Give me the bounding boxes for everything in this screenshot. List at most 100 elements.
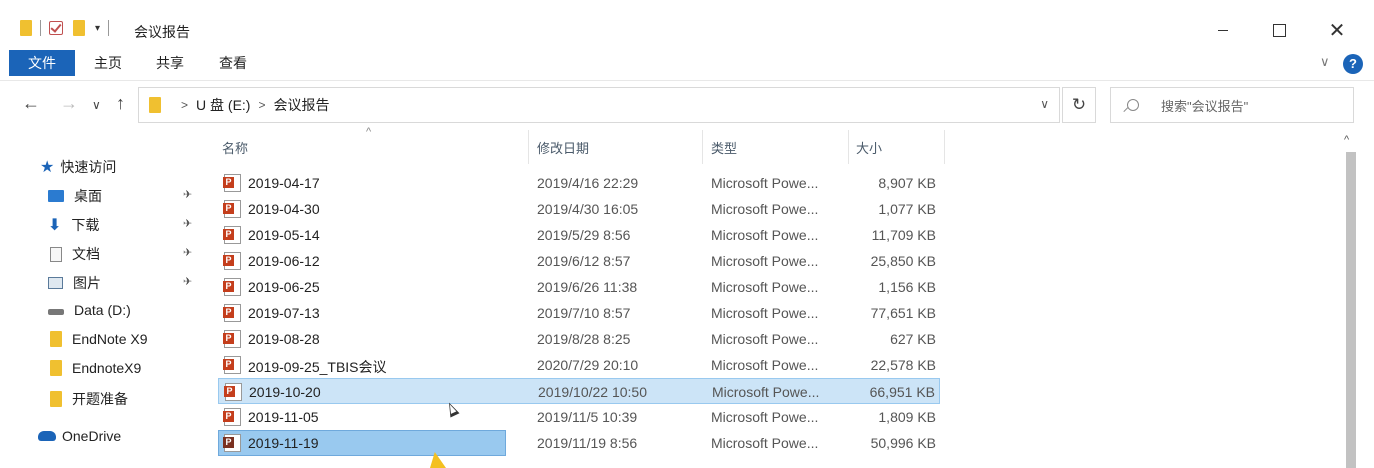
sidebar-item-data-drive[interactable]: Data (D:) — [48, 302, 131, 318]
breadcrumb-folder[interactable]: 会议报告 — [273, 95, 329, 115]
new-folder-icon[interactable] — [73, 20, 85, 36]
folder-icon — [149, 97, 161, 113]
address-row: ← → ∨ ↑ > U 盘 (E:) > 会议报告 ∨ ↻ 搜索"会议报告" — [0, 80, 1374, 130]
table-row[interactable]: 2019-11-19 2019/11/19 8:56 Microsoft Powe.… — [218, 430, 940, 456]
sidebar-item-label: 文档 — [72, 246, 100, 262]
column-divider[interactable] — [944, 130, 945, 164]
file-size: 77,651 KB — [870, 305, 936, 321]
table-row[interactable]: 2019-06-25 2019/6/26 11:38 Microsoft Powe.… — [218, 274, 940, 300]
scroll-up-icon[interactable]: ^ — [1344, 134, 1349, 146]
navigation-pane: ★ 快速访问 桌面 ✈ ⬇ 下载 ✈ 文档 ✈ 图片 ✈ Data (D:) E… — [0, 130, 200, 468]
scrollbar-thumb[interactable] — [1346, 152, 1356, 468]
pin-icon[interactable]: ✈ — [183, 188, 192, 201]
table-row[interactable]: 2019-11-05 2019/11/5 10:39 Microsoft Powe.… — [218, 404, 940, 430]
file-type: Microsoft Powe... — [711, 279, 819, 295]
forward-button[interactable]: → — [60, 93, 78, 114]
powerpoint-file-icon — [223, 252, 241, 270]
back-button[interactable]: ← — [22, 93, 40, 114]
file-modified: 2019/10/22 10:50 — [538, 384, 647, 400]
file-size: 22,578 KB — [870, 357, 936, 373]
breadcrumb-drive[interactable]: U 盘 (E:) — [196, 95, 250, 115]
help-icon[interactable]: ? — [1343, 54, 1363, 74]
sidebar-item-endnote-x9[interactable]: EndNote X9 — [50, 331, 148, 347]
powerpoint-file-icon — [224, 383, 242, 401]
refresh-button[interactable]: ↻ — [1062, 87, 1096, 123]
table-row[interactable]: 2019-07-13 2019/7/10 8:57 Microsoft Powe..… — [218, 300, 940, 326]
sidebar-item-documents[interactable]: 文档 — [48, 244, 100, 264]
column-header-size[interactable]: 大小 — [856, 138, 882, 157]
table-row[interactable]: 2019-05-14 2019/5/29 8:56 Microsoft Powe..… — [218, 222, 940, 248]
file-modified: 2019/11/19 8:56 — [537, 435, 638, 451]
file-modified: 2019/5/29 8:56 — [537, 227, 631, 243]
tab-view[interactable]: 查看 — [204, 50, 262, 76]
tab-file[interactable]: 文件 — [9, 50, 75, 76]
powerpoint-file-icon — [223, 226, 241, 244]
sidebar-item-quick-access[interactable]: ★ 快速访问 — [40, 157, 116, 177]
desktop-icon — [48, 190, 64, 202]
pin-icon[interactable]: ✈ — [183, 246, 192, 259]
powerpoint-file-icon — [223, 356, 241, 374]
tab-share[interactable]: 共享 — [142, 50, 198, 76]
close-button[interactable]: ✕ — [1322, 18, 1352, 42]
tab-home[interactable]: 主页 — [80, 50, 136, 76]
sidebar-item-pictures[interactable]: 图片 — [48, 273, 101, 293]
divider — [40, 20, 41, 36]
table-row[interactable]: 2019-10-20 2019/10/22 10:50 Microsoft Powe… — [218, 378, 940, 404]
table-row[interactable]: 2019-09-25_TBIS会议 2020/7/29 20:10 Microsof… — [218, 352, 940, 378]
search-input[interactable]: 搜索"会议报告" — [1110, 87, 1354, 123]
file-type: Microsoft Powe... — [711, 357, 819, 373]
recent-locations-icon[interactable]: ∨ — [92, 98, 101, 112]
customize-qa-icon[interactable]: ▾ — [95, 23, 100, 34]
file-type: Microsoft Powe... — [711, 331, 819, 347]
pin-icon[interactable]: ✈ — [183, 217, 192, 230]
file-name: 2019-04-30 — [248, 201, 320, 217]
folder-icon — [50, 360, 62, 376]
sidebar-item-endnotex9[interactable]: EndnoteX9 — [50, 360, 141, 376]
up-button[interactable]: ↑ — [116, 93, 125, 114]
file-size: 8,907 KB — [878, 175, 936, 191]
file-name: 2019-08-28 — [248, 331, 320, 347]
powerpoint-file-icon — [223, 200, 241, 218]
table-row[interactable]: 2019-04-30 2019/4/30 16:05 Microsoft Powe.… — [218, 196, 940, 222]
table-row[interactable]: 2019-08-28 2019/8/28 8:25 Microsoft Powe..… — [218, 326, 940, 352]
column-divider[interactable] — [702, 130, 703, 164]
file-type: Microsoft Powe... — [712, 384, 820, 400]
sidebar-item-thesis-prep[interactable]: 开题准备 — [50, 389, 128, 409]
powerpoint-file-icon — [223, 174, 241, 192]
drive-icon — [48, 309, 64, 315]
sidebar-item-label: 下载 — [71, 217, 100, 233]
address-bar[interactable]: > U 盘 (E:) > 会议报告 ∨ — [138, 87, 1060, 123]
maximize-button[interactable] — [1264, 18, 1294, 42]
file-type: Microsoft Powe... — [711, 201, 819, 217]
sidebar-item-onedrive[interactable]: OneDrive — [38, 428, 121, 444]
sidebar-item-label: 图片 — [73, 275, 101, 291]
breadcrumb-separator-icon[interactable]: > — [181, 98, 188, 112]
powerpoint-file-icon — [223, 278, 241, 296]
file-list: ^ 名称 修改日期 类型 大小 2019-04-17 2019/4/16 22:2… — [200, 126, 1340, 468]
column-header-modified[interactable]: 修改日期 — [537, 138, 589, 157]
expand-ribbon-icon[interactable]: ∨ — [1320, 54, 1330, 70]
powerpoint-file-icon — [223, 304, 241, 322]
document-icon — [50, 246, 62, 262]
file-size: 25,850 KB — [870, 253, 936, 269]
column-divider[interactable] — [848, 130, 849, 164]
sidebar-item-downloads[interactable]: ⬇ 下载 — [48, 215, 99, 235]
column-divider[interactable] — [528, 130, 529, 164]
table-row[interactable]: 2019-06-12 2019/6/12 8:57 Microsoft Powe..… — [218, 248, 940, 274]
column-header-type[interactable]: 类型 — [711, 138, 737, 157]
breadcrumb-separator-icon[interactable]: > — [258, 98, 265, 112]
file-size: 1,077 KB — [878, 201, 936, 217]
folder-icon[interactable] — [20, 20, 32, 36]
sidebar-item-desktop[interactable]: 桌面 — [48, 186, 102, 206]
powerpoint-file-icon — [223, 434, 241, 452]
column-header-name[interactable]: 名称 — [222, 138, 248, 157]
minimize-button[interactable] — [1208, 18, 1238, 42]
file-name: 2019-11-05 — [248, 409, 319, 425]
table-row[interactable]: 2019-04-17 2019/4/16 22:29 Microsoft Powe.… — [218, 170, 940, 196]
address-dropdown-icon[interactable]: ∨ — [1040, 97, 1049, 111]
properties-icon[interactable] — [49, 21, 63, 35]
file-modified: 2019/4/16 22:29 — [537, 175, 639, 191]
file-type: Microsoft Powe... — [711, 253, 819, 269]
vertical-scrollbar[interactable]: ^ — [1340, 130, 1360, 468]
pin-icon[interactable]: ✈ — [183, 275, 192, 288]
